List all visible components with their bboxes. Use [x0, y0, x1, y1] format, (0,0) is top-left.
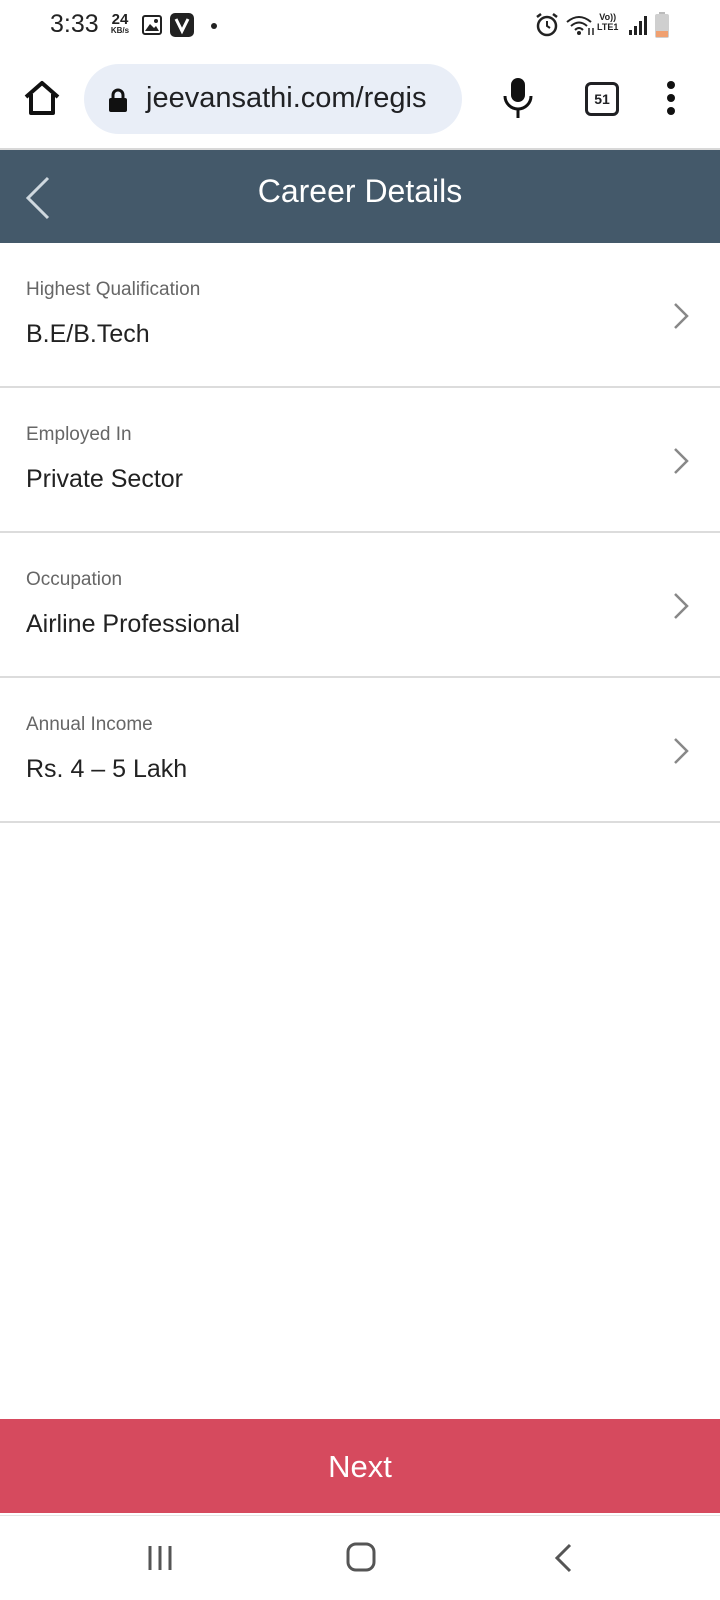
battery-icon	[655, 12, 669, 38]
system-navigation-bar	[0, 1515, 720, 1600]
wifi-icon	[566, 16, 594, 35]
network-speed: 24 KB/s	[107, 12, 133, 35]
url-text[interactable]: jeevansathi.com/regis	[146, 82, 426, 115]
chevron-right-icon	[674, 303, 689, 329]
status-time: 3:33	[50, 10, 99, 38]
occupation-field[interactable]: Occupation Airline Professional	[0, 533, 720, 678]
system-back-icon[interactable]	[552, 1542, 574, 1574]
field-label: Occupation	[26, 569, 123, 590]
tab-switcher-button[interactable]: 51	[585, 82, 619, 116]
page-title: Career Details	[257, 173, 463, 209]
next-button[interactable]: Next	[0, 1419, 720, 1513]
address-bar[interactable]: jeevansathi.com/regis	[84, 64, 462, 134]
chevron-right-icon	[674, 593, 689, 619]
browser-toolbar: jeevansathi.com/regis 51	[0, 54, 720, 150]
notification-dot-icon	[211, 23, 217, 29]
field-label: Employed In	[26, 424, 132, 445]
network-speed-unit: KB/s	[110, 26, 130, 35]
highest-qualification-field[interactable]: Highest Qualification B.E/B.Tech	[0, 243, 720, 388]
app-v-icon	[170, 13, 194, 37]
alarm-icon	[536, 13, 558, 37]
home-icon[interactable]	[22, 78, 62, 118]
field-label: Annual Income	[26, 714, 153, 735]
gallery-icon	[142, 15, 162, 35]
chevron-right-icon	[674, 738, 689, 764]
network-label: Vo)) LTE1	[597, 12, 618, 32]
signal-icon	[629, 16, 647, 35]
field-value: Rs. 4 – 5 Lakh	[26, 755, 188, 783]
status-bar: 3:33 24 KB/s Vo)) LTE1	[0, 0, 720, 54]
employed-in-field[interactable]: Employed In Private Sector	[0, 388, 720, 533]
lock-icon	[109, 88, 127, 112]
recent-apps-icon[interactable]	[146, 1544, 174, 1572]
volte-label: Vo))	[599, 12, 617, 22]
page-header: Career Details	[0, 150, 720, 243]
home-button-icon[interactable]	[346, 1542, 376, 1572]
field-value: Private Sector	[26, 465, 184, 493]
network-speed-value: 24	[111, 11, 129, 28]
field-label: Highest Qualification	[26, 279, 201, 300]
annual-income-field[interactable]: Annual Income Rs. 4 – 5 Lakh	[0, 678, 720, 823]
field-value: B.E/B.Tech	[26, 320, 150, 348]
chevron-right-icon	[674, 448, 689, 474]
more-options-icon[interactable]	[656, 78, 686, 118]
career-details-form: Highest Qualification B.E/B.Tech Employe…	[0, 243, 720, 823]
microphone-icon[interactable]	[500, 76, 536, 120]
screen: 3:33 24 KB/s Vo)) LTE1 jeevansathi.com/r…	[0, 0, 720, 1600]
lte-label: LTE1	[597, 22, 619, 32]
field-value: Airline Professional	[26, 610, 240, 638]
